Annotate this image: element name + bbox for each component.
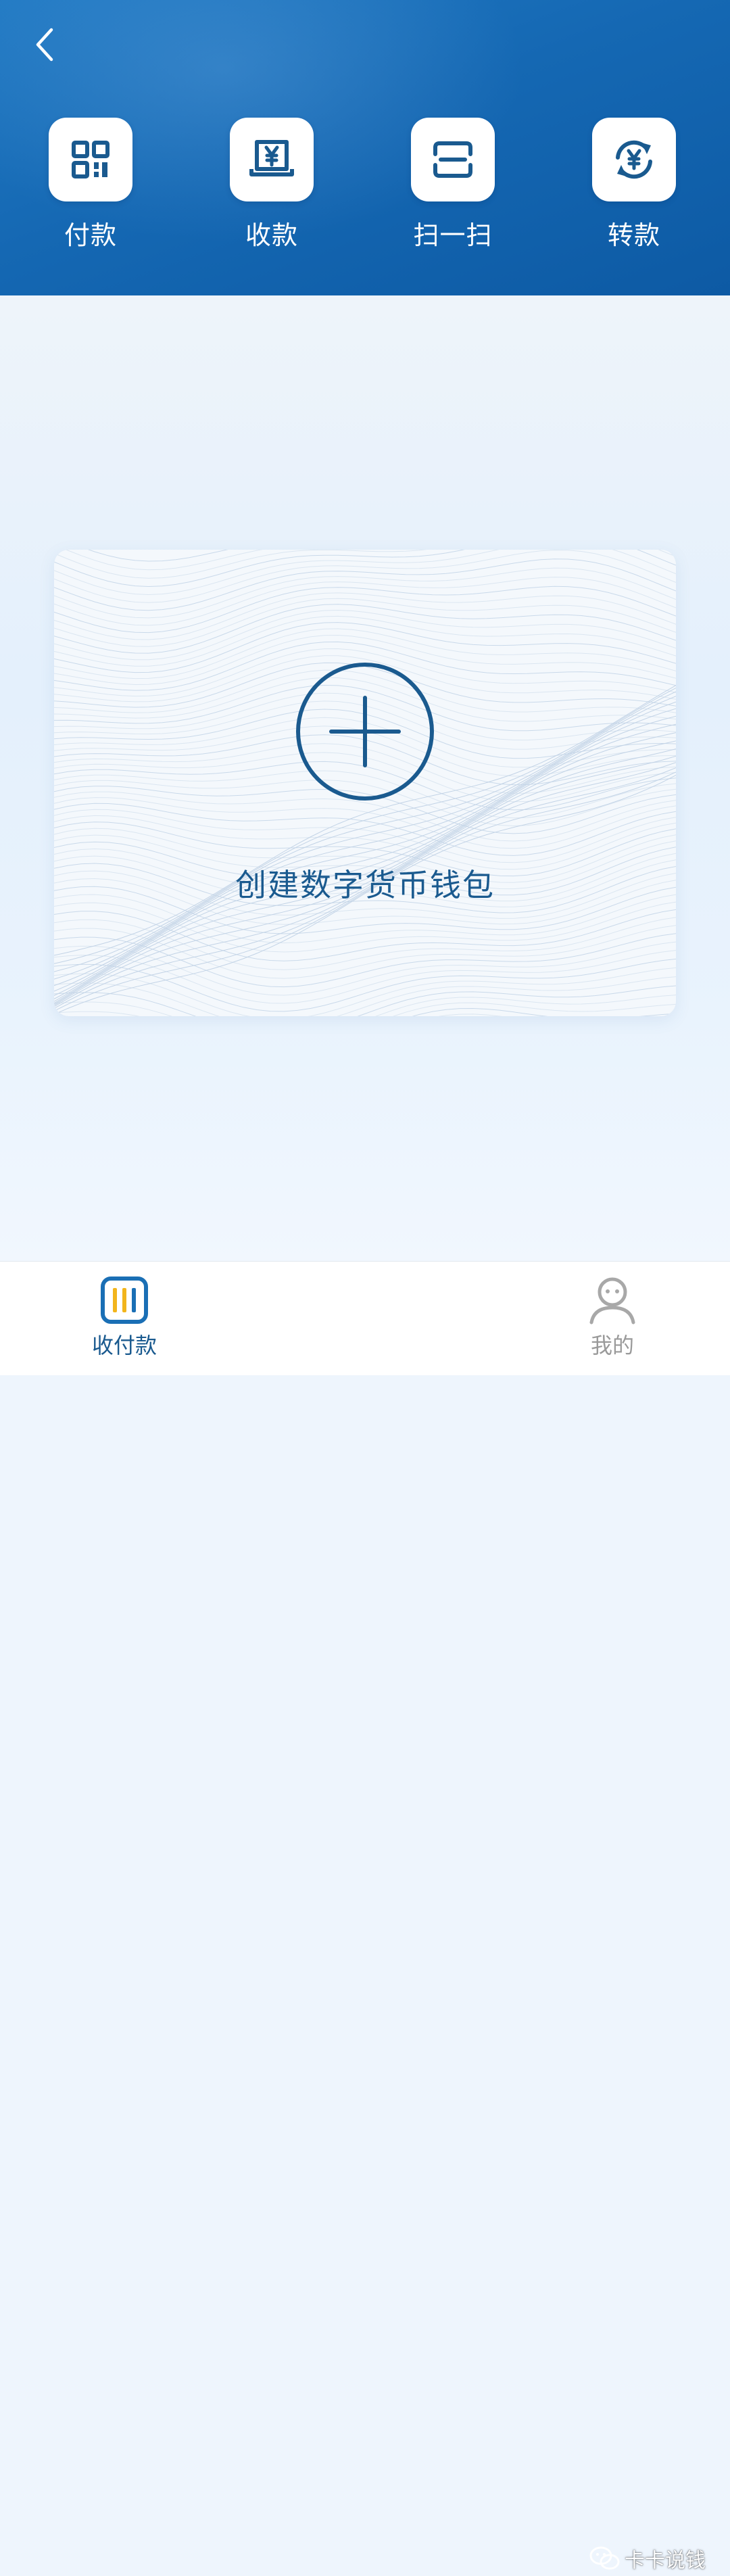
scan-label: 扫一扫: [413, 220, 493, 250]
watermark-text: 卡卡说钱: [625, 2549, 706, 2573]
create-wallet-label: 创建数字货币钱包: [235, 867, 495, 903]
transfer-yuan-icon: [616, 140, 652, 179]
scan-action[interactable]: 扫一扫: [399, 118, 507, 260]
scan-tile: [411, 118, 495, 201]
wechat-icon: [589, 2546, 620, 2570]
nav-item-mine[interactable]: 我的: [545, 1275, 680, 1370]
watermark: 卡卡说钱: [589, 2541, 706, 2576]
scan-icon: [433, 141, 472, 178]
nav-item-pay[interactable]: 收付款: [57, 1275, 192, 1370]
back-button[interactable]: [24, 23, 65, 66]
chevron-left-icon: [36, 28, 53, 62]
qr-code-icon: [72, 141, 110, 178]
quick-actions: 付款 收款 扫一扫 转款: [0, 118, 730, 260]
nav-label-mine: 我的: [590, 1333, 634, 1358]
transfer-label: 转款: [607, 220, 660, 250]
receive-action[interactable]: 收款: [218, 118, 326, 260]
wallet-bars-icon: [101, 1277, 148, 1324]
receive-yuan-icon: [249, 140, 294, 176]
receive-tile: [230, 118, 314, 201]
header-bar: 付款 收款 扫一扫 转款: [0, 0, 730, 295]
receive-label: 收款: [245, 220, 298, 250]
profile-icon: [589, 1277, 635, 1325]
pay-label: 付款: [64, 220, 117, 250]
create-wallet-card[interactable]: 创建数字货币钱包: [54, 550, 676, 1016]
transfer-tile: [592, 118, 676, 201]
transfer-action[interactable]: 转款: [580, 118, 688, 260]
pay-tile: [49, 118, 132, 201]
pay-action[interactable]: 付款: [36, 118, 145, 260]
nav-label-pay: 收付款: [91, 1333, 157, 1358]
bottom-nav: 收付款 我的 卡卡说钱: [0, 1261, 730, 2573]
plus-circle-icon: [296, 663, 434, 801]
main-content: 创建数字货币钱包: [0, 295, 730, 1261]
